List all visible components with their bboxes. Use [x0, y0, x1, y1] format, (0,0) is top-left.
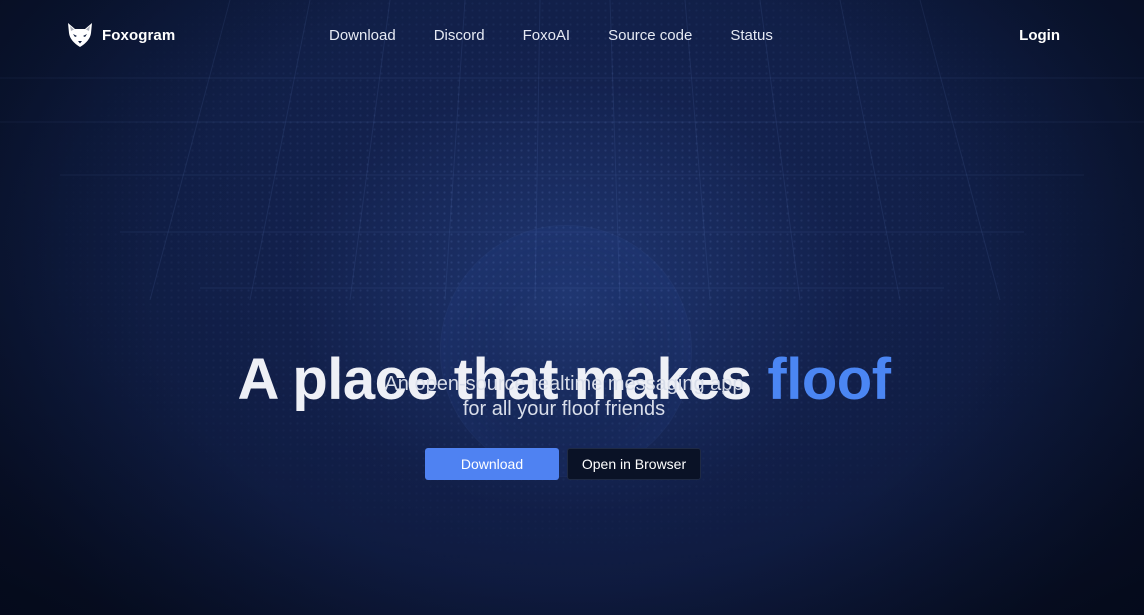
brand-name: Foxogram [102, 26, 176, 44]
fox-logo-icon [68, 23, 92, 47]
nav-link-download[interactable]: Download [329, 27, 396, 44]
top-navigation: Foxogram Download Discord FoxoAI Source … [0, 0, 1144, 72]
nav-link-source-code[interactable]: Source code [608, 27, 692, 44]
vignette-overlay [0, 0, 1144, 615]
download-button[interactable]: Download [425, 448, 559, 480]
brand[interactable]: Foxogram [66, 22, 175, 48]
dot-pattern-background [0, 0, 1144, 615]
nav-link-status[interactable]: Status [730, 27, 773, 44]
nav-links: Download Discord FoxoAI Source code Stat… [329, 27, 811, 44]
login-link[interactable]: Login [1019, 27, 1060, 44]
nav-link-foxoai[interactable]: FoxoAI [523, 27, 571, 44]
open-in-browser-button[interactable]: Open in Browser [567, 448, 701, 480]
hero-subtitle-line-1: An open-source realtime messaging app [384, 373, 744, 395]
hero-buttons: Download Open in Browser [425, 448, 701, 480]
perspective-grid [0, 0, 1144, 301]
nav-link-discord[interactable]: Discord [434, 27, 485, 44]
hero-subtitle: An open-source realtime messaging app fo… [0, 372, 1128, 422]
hero-subtitle-line-2: for all your floof friends [462, 398, 666, 420]
